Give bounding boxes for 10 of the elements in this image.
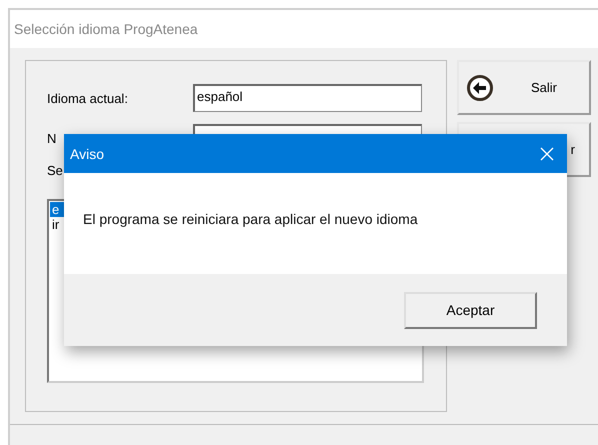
field-label: Idioma actual: xyxy=(47,90,129,106)
accept-button[interactable]: Aceptar xyxy=(404,292,537,328)
close-icon[interactable] xyxy=(540,146,554,160)
list-label: Se xyxy=(47,163,64,180)
dialog-title: Aviso xyxy=(70,146,104,162)
window-title: Selección idioma ProgAtenea xyxy=(14,21,198,37)
text-field[interactable]: español xyxy=(193,84,422,112)
field-label: N xyxy=(47,130,58,146)
dialog-message: El programa se reiniciara para aplicar el nuevo idioma xyxy=(83,211,418,227)
dialog-button[interactable]: Salir xyxy=(457,60,591,115)
